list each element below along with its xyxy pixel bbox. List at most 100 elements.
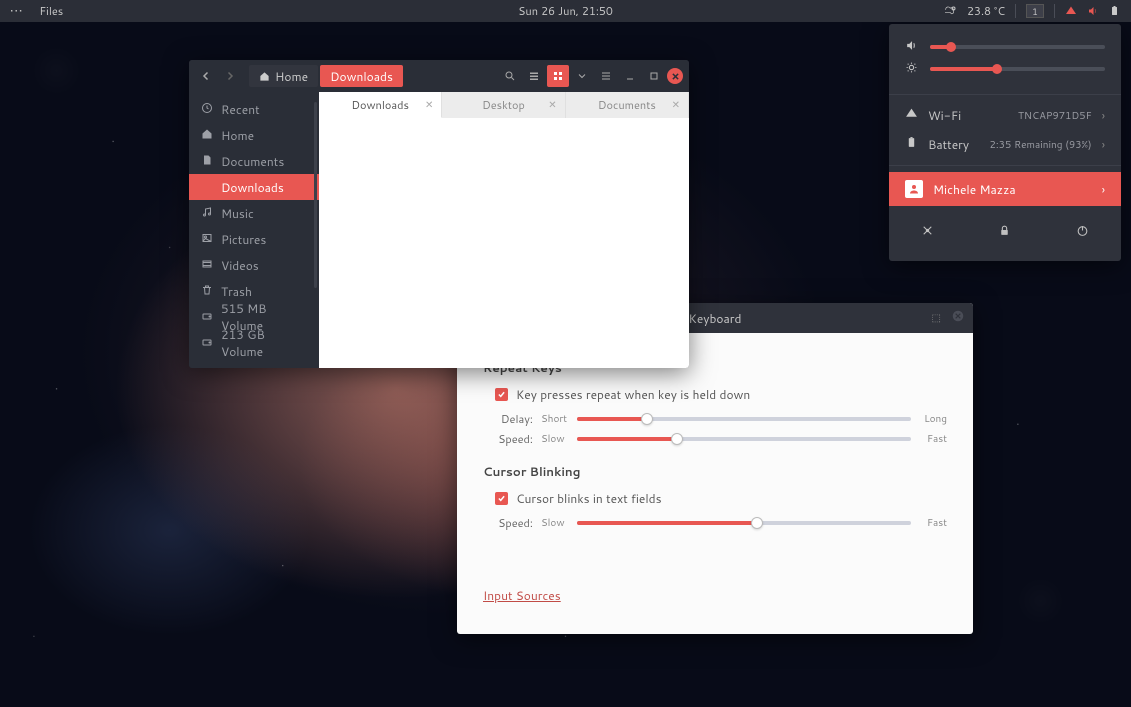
separator <box>889 165 1121 166</box>
repeat-speed-slider[interactable] <box>577 437 911 441</box>
separator <box>889 94 1121 95</box>
network-icon[interactable] <box>1065 5 1077 17</box>
tab-close-icon[interactable]: ✕ <box>548 98 556 112</box>
user-name: Michele Mazza <box>933 181 1016 198</box>
delay-slider[interactable] <box>577 417 911 421</box>
window-title: Keyboard <box>689 310 742 327</box>
battery-icon <box>905 136 918 153</box>
cursor-speed-min: Slow <box>541 516 569 530</box>
clock-icon <box>201 101 213 118</box>
tab-label: Desktop <box>482 97 525 113</box>
volume-slider-row <box>905 36 1105 58</box>
top-panel: ••• Files Sun 26 Jun, 21:50 23.8 °C 1 <box>0 0 1131 22</box>
cursor-speed-label: Speed: <box>495 515 533 531</box>
tab-label: Downloads <box>351 97 409 113</box>
tab-documents[interactable]: Documents ✕ <box>566 92 689 118</box>
volume-slider[interactable] <box>930 45 1105 49</box>
brightness-slider[interactable] <box>930 67 1105 71</box>
breadcrumb-home[interactable]: Home <box>249 65 318 87</box>
sidebar-item-videos[interactable]: Videos <box>189 252 319 278</box>
search-button[interactable] <box>499 65 521 87</box>
sidebar-item-downloads[interactable]: Downloads <box>189 174 319 200</box>
activities-button[interactable]: ••• <box>10 3 23 19</box>
delay-label: Delay: <box>495 411 533 427</box>
close-button[interactable] <box>951 309 965 327</box>
sidebar-item-label: Trash <box>221 283 252 300</box>
breadcrumb-current[interactable]: Downloads <box>320 65 403 87</box>
settings-button[interactable] <box>921 224 934 241</box>
sidebar-item-home[interactable]: Home <box>189 122 319 148</box>
delay-min: Short <box>541 412 569 426</box>
nav-forward-button[interactable] <box>219 65 241 87</box>
power-button[interactable] <box>1076 224 1089 241</box>
maximize-button[interactable] <box>643 65 665 87</box>
separator <box>1054 4 1055 18</box>
minimize-button[interactable] <box>619 65 641 87</box>
clock-label[interactable]: Sun 26 Jun, 21:50 <box>518 3 613 19</box>
sidebar-item-music[interactable]: Music <box>189 200 319 226</box>
workspace-badge[interactable]: 1 <box>1026 4 1044 18</box>
user-row[interactable]: Michele Mazza › <box>889 172 1121 206</box>
repeat-keys-label: Key presses repeat when key is held down <box>516 386 750 403</box>
battery-icon[interactable] <box>1109 5 1121 17</box>
active-app-label[interactable]: Files <box>39 3 63 19</box>
volume-icon <box>905 39 918 56</box>
wifi-row[interactable]: Wi-Fi TNCAP971D5F › <box>889 101 1121 130</box>
tab-close-icon[interactable]: ✕ <box>425 98 433 112</box>
nav-back-button[interactable] <box>195 65 217 87</box>
avatar <box>905 180 923 198</box>
tab-downloads[interactable]: Downloads ✕ <box>319 92 442 118</box>
sidebar-item-label: Videos <box>221 257 259 274</box>
wifi-label: Wi-Fi <box>928 107 961 124</box>
weather-temp: 23.8 °C <box>967 3 1005 19</box>
tab-label: Documents <box>598 97 656 113</box>
brightness-slider-row <box>905 58 1105 80</box>
chevron-right-icon: › <box>1102 136 1105 153</box>
section-cursor-blinking: Cursor Blinking <box>483 463 947 480</box>
sidebar-item-recent[interactable]: Recent <box>189 96 319 122</box>
sidebar-item-volume-2[interactable]: 213 GB Volume <box>189 330 319 356</box>
sidebar-item-pictures[interactable]: Pictures <box>189 226 319 252</box>
volume-icon[interactable] <box>1087 5 1099 17</box>
cursor-speed-slider[interactable] <box>577 521 911 525</box>
repeat-keys-checkbox-row[interactable]: Key presses repeat when key is held down <box>495 386 947 403</box>
checkbox-checked-icon <box>495 492 508 505</box>
breadcrumb-label: Home <box>275 68 308 85</box>
sidebar-item-label: Recent <box>221 101 260 118</box>
view-options-button[interactable] <box>571 65 593 87</box>
separator <box>1015 4 1016 18</box>
music-icon <box>201 205 213 222</box>
brightness-icon <box>905 61 918 78</box>
sidebar-item-label: Pictures <box>221 231 266 248</box>
file-manager-content: Downloads ✕ Desktop ✕ Documents ✕ <box>319 92 689 368</box>
sidebar-item-documents[interactable]: Documents <box>189 148 319 174</box>
tab-close-icon[interactable]: ✕ <box>672 98 680 112</box>
drive-icon <box>201 335 213 352</box>
drive-icon <box>201 309 213 326</box>
close-button[interactable] <box>667 68 683 84</box>
system-status-menu: Wi-Fi TNCAP971D5F › Battery 2:35 Remaini… <box>889 24 1121 261</box>
picture-icon <box>201 231 213 248</box>
weather-icon <box>945 5 957 17</box>
wifi-value: TNCAP971D5F <box>1018 109 1092 123</box>
grid-view-button[interactable] <box>547 65 569 87</box>
input-sources-link[interactable]: Input Sources <box>483 587 561 604</box>
sidebar-item-label: Documents <box>221 153 284 170</box>
video-icon <box>201 257 213 274</box>
home-icon <box>201 127 213 144</box>
list-view-button[interactable] <box>523 65 545 87</box>
battery-row[interactable]: Battery 2:35 Remaining (93%) › <box>889 130 1121 159</box>
chevron-right-icon: › <box>1102 107 1105 124</box>
file-manager-headerbar: Home Downloads <box>189 60 689 92</box>
document-icon <box>201 153 213 170</box>
maximize-button[interactable]: ⬚ <box>932 311 941 325</box>
delay-max: Long <box>919 412 947 426</box>
sidebar-item-label: Downloads <box>221 179 284 196</box>
cursor-blink-checkbox-row[interactable]: Cursor blinks in text fields <box>495 490 947 507</box>
cursor-blink-label: Cursor blinks in text fields <box>516 490 662 507</box>
sidebar-item-label: Music <box>221 205 254 222</box>
tab-desktop[interactable]: Desktop ✕ <box>442 92 565 118</box>
lock-button[interactable] <box>998 224 1011 241</box>
hamburger-menu-button[interactable] <box>595 65 617 87</box>
sidebar-item-label: Home <box>221 127 254 144</box>
